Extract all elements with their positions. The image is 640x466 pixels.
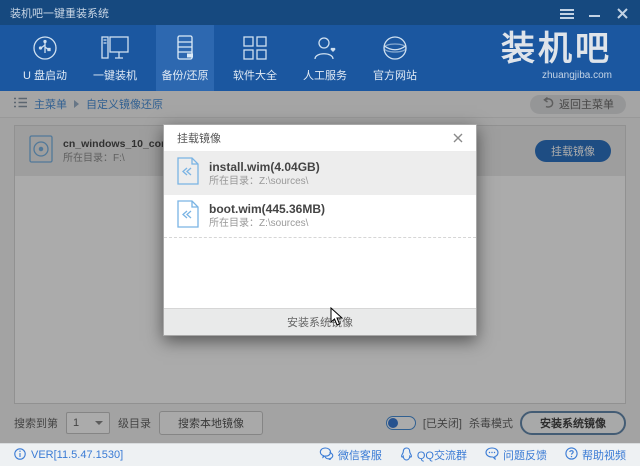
modal-install-system-image-button[interactable]: 安装系统镜像: [164, 308, 476, 335]
version-label: VER[11.5.47.1530]: [31, 449, 124, 461]
nav-tab-label: U 盘启动: [23, 69, 67, 82]
footer-link-label: 微信客服: [337, 450, 382, 462]
menu-icon[interactable]: [560, 7, 574, 19]
qq-group-link[interactable]: QQ交流群: [400, 446, 467, 464]
info-icon: [14, 447, 26, 463]
help-video-link[interactable]: 帮助视频: [565, 447, 626, 463]
wim-file-name: boot.wim(445.36MB): [209, 202, 326, 216]
server-icon: [171, 34, 199, 62]
nav-tab-label: 官方网站: [373, 69, 417, 82]
mount-image-modal: 挂载镜像 install.wim(4.04GB) 所在目录：Z:\sources…: [163, 124, 477, 336]
nav-tab-usb-boot[interactable]: U 盘启动: [16, 25, 74, 91]
window-title: 装机吧一键重装系统: [10, 7, 109, 20]
feedback-icon: [485, 447, 499, 463]
nav-tab-label: 备份/还原: [161, 69, 209, 82]
footer: VER[11.5.47.1530] 微信客服 QQ交流群 问题反馈 帮助视频: [0, 443, 640, 466]
logo-domain: zhuangjiba.com: [541, 70, 612, 81]
nav-tab-support[interactable]: 人工服务: [296, 25, 354, 91]
minimize-icon[interactable]: [588, 7, 602, 19]
nav-tab-one-key-install[interactable]: 一键装机: [86, 25, 144, 91]
titlebar: 装机吧一键重装系统: [0, 0, 640, 25]
qq-icon: [400, 446, 413, 464]
wechat-support-link[interactable]: 微信客服: [319, 447, 382, 463]
help-icon: [565, 447, 578, 463]
nav-tab-label: 软件大全: [233, 69, 277, 82]
feedback-link[interactable]: 问题反馈: [485, 447, 547, 463]
nav-tab-website[interactable]: 官方网站: [366, 25, 424, 91]
logo-text: 装机吧: [501, 30, 612, 68]
close-icon[interactable]: [616, 7, 630, 19]
app-window: 装机吧一键重装系统 U 盘启动 一键装机 备份/还原 软件大全 人工服务 官方网…: [0, 0, 640, 466]
version-info: VER[11.5.47.1530]: [14, 447, 124, 463]
globe-icon: [381, 34, 409, 62]
modal-header: 挂载镜像: [164, 125, 476, 152]
wim-file-info: install.wim(4.04GB) 所在目录：Z:\sources\: [209, 159, 320, 189]
navbar: U 盘启动 一键装机 备份/还原 软件大全 人工服务 官方网站 装机吧 zhua…: [0, 25, 640, 91]
nav-tab-software[interactable]: 软件大全: [226, 25, 284, 91]
wim-list-item-install[interactable]: install.wim(4.04GB) 所在目录：Z:\sources\: [164, 152, 476, 195]
modal-close-icon[interactable]: [453, 133, 463, 143]
footer-link-label: QQ交流群: [416, 450, 467, 462]
wim-file-icon: [177, 157, 199, 190]
modal-title: 挂载镜像: [177, 133, 221, 145]
usb-icon: [31, 34, 59, 62]
wim-list-item-boot[interactable]: boot.wim(445.36MB) 所在目录：Z:\sources\: [164, 195, 476, 238]
footer-link-label: 帮助视频: [582, 450, 626, 462]
desktop-icon: [100, 34, 130, 62]
grid-icon: [241, 34, 269, 62]
nav-tab-backup-restore[interactable]: 备份/还原: [156, 25, 214, 91]
nav-tab-label: 人工服务: [303, 69, 347, 82]
wim-file-icon: [177, 199, 199, 233]
wim-file-info: boot.wim(445.36MB) 所在目录：Z:\sources\: [209, 201, 325, 231]
wim-file-path: 所在目录：Z:\sources\: [209, 218, 309, 229]
app-logo: 装机吧 zhuangjiba.com: [501, 29, 612, 81]
person-icon: [311, 34, 339, 62]
footer-link-label: 问题反馈: [503, 450, 547, 462]
wim-file-path: 所在目录：Z:\sources\: [209, 175, 309, 187]
wechat-icon: [319, 447, 334, 463]
footer-links: 微信客服 QQ交流群 问题反馈 帮助视频: [319, 446, 626, 464]
wim-file-name: install.wim(4.04GB): [209, 159, 320, 174]
modal-body-spacer: [164, 238, 476, 308]
window-controls: [560, 7, 630, 19]
nav-tab-label: 一键装机: [93, 69, 137, 82]
